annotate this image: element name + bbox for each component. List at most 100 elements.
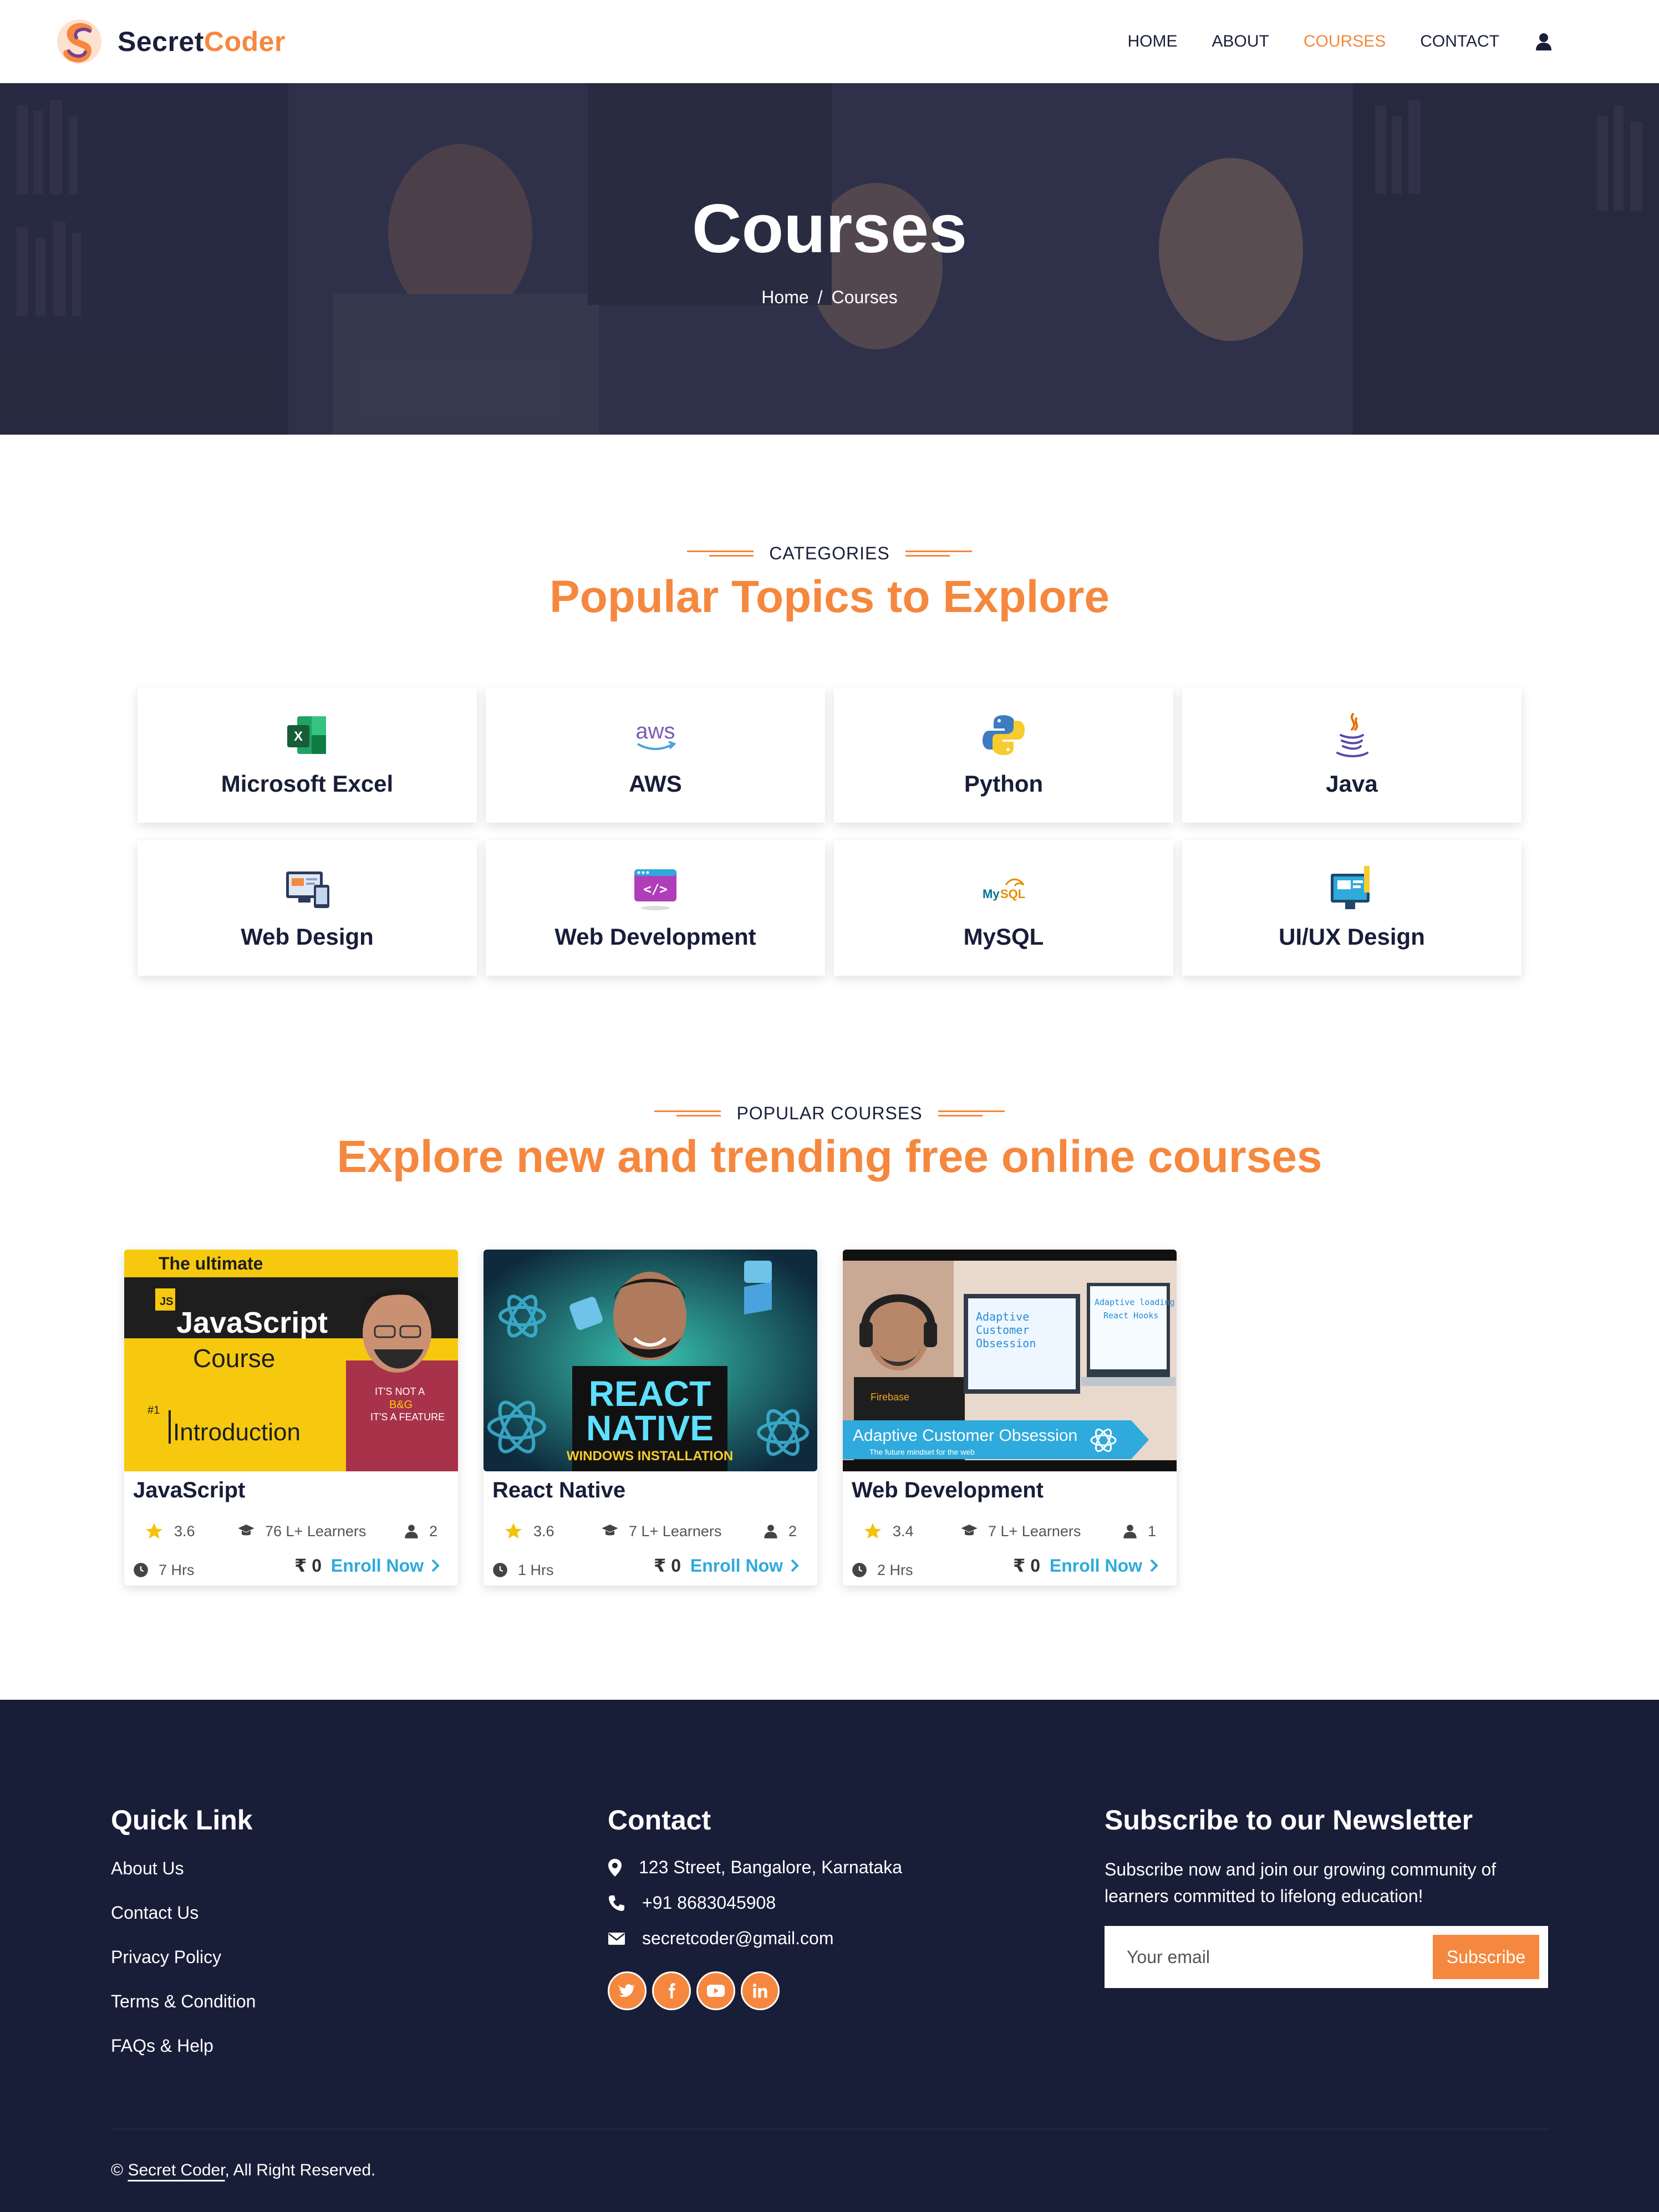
user-icon[interactable] [1534, 32, 1554, 52]
footer-link-privacy[interactable]: Privacy Policy [111, 1947, 221, 1968]
contact-address: 123 Street, Bangalore, Karnataka [608, 1857, 902, 1878]
course-rating: 3.6 [144, 1520, 195, 1542]
web-development-course-thumbnail[interactable]: Firebase Adaptive Customer Obsession Ada… [843, 1250, 1177, 1471]
enroll-now-button[interactable]: Enroll Now [331, 1554, 441, 1577]
course-meta-row: 3.6 76 L+ Learners 2 [124, 1520, 458, 1542]
javascript-course-thumbnail[interactable]: The ultimate JS JavaScript Course #1 Int… [124, 1250, 458, 1471]
breadcrumb: Home / Courses [0, 287, 1659, 308]
svg-text:aws: aws [635, 719, 675, 743]
courses-title: Explore new and trending free online cou… [337, 1132, 1322, 1182]
category-name: UI/UX Design [1279, 924, 1425, 950]
course-rating: 3.6 [503, 1520, 554, 1542]
thumb-shirt3: IT'S A FEATURE [370, 1411, 445, 1423]
thumb-banner: Adaptive Customer Obsession [853, 1426, 1077, 1445]
web-development-icon: </> [634, 869, 676, 910]
course-duration: 2 Hrs [852, 1559, 913, 1581]
course-card-react-native[interactable]: REACT NATIVE WINDOWS INSTALLATION React … [484, 1250, 817, 1586]
newsletter-email-input[interactable] [1127, 1941, 1415, 1973]
thumb-screen1b: Customer [976, 1323, 1029, 1337]
newsletter-heading: Subscribe to our Newsletter [1105, 1805, 1473, 1836]
youtube-icon[interactable] [696, 1971, 735, 2010]
twitter-icon[interactable] [608, 1971, 647, 2010]
subscribe-button[interactable]: Subscribe [1433, 1935, 1539, 1979]
navbar: SecretCoder HOME ABOUT COURSES CONTACT [0, 0, 1659, 83]
course-bottom-row: 2 Hrs ₹ 0 Enroll Now [843, 1554, 1177, 1578]
hero-banner: Courses Home / Courses [0, 83, 1659, 435]
page-title: Courses [691, 191, 968, 267]
copyright-brand-link[interactable]: Secret Coder [128, 2161, 225, 2179]
thumb-js-badge: JS [160, 1296, 173, 1308]
clock-icon [493, 1563, 507, 1577]
course-card-web-development[interactable]: Firebase Adaptive Customer Obsession Ada… [843, 1250, 1177, 1586]
category-name: MySQL [963, 924, 1044, 950]
nav-home[interactable]: HOME [1128, 32, 1178, 51]
user-small-icon [764, 1525, 777, 1538]
star-icon [146, 1523, 162, 1539]
course-card-javascript[interactable]: The ultimate JS JavaScript Course #1 Int… [124, 1250, 458, 1586]
nav-about[interactable]: ABOUT [1212, 32, 1269, 51]
brand-name: SecretCoder [118, 26, 286, 58]
footer-link-terms[interactable]: Terms & Condition [111, 1991, 256, 2012]
brand-logo-link[interactable]: SecretCoder [55, 18, 286, 65]
graduation-cap-icon [602, 1525, 618, 1536]
kicker-lines-right [938, 1108, 1005, 1118]
category-card-web-development[interactable]: </> Web Development [486, 840, 825, 976]
course-instructors: 2 [763, 1520, 797, 1542]
course-title[interactable]: Web Development [852, 1478, 1044, 1503]
chevron-right-icon [791, 1559, 799, 1572]
course-title[interactable]: React Native [492, 1478, 625, 1503]
svg-text:SQL: SQL [1000, 887, 1025, 901]
thumb-line2: Course [193, 1344, 275, 1373]
newsletter-description: Subscribe now and join our growing commu… [1105, 1859, 1497, 1906]
clock-icon [134, 1563, 148, 1577]
footer-link-faqs[interactable]: FAQs & Help [111, 2036, 213, 2056]
thumb-line3: WINDOWS INSTALLATION [567, 1449, 733, 1464]
enroll-now-button[interactable]: Enroll Now [1050, 1554, 1160, 1577]
user-small-icon [405, 1525, 418, 1538]
category-card-python[interactable]: Python [834, 687, 1173, 823]
enroll-now-button[interactable]: Enroll Now [690, 1554, 801, 1577]
course-meta-row: 3.4 7 L+ Learners 1 [843, 1520, 1177, 1542]
react-native-course-thumbnail[interactable]: REACT NATIVE WINDOWS INSTALLATION [484, 1250, 817, 1471]
category-name: AWS [629, 771, 682, 797]
phone-icon [609, 1895, 624, 1911]
excel-icon: X [287, 716, 326, 754]
linkedin-icon[interactable] [741, 1971, 780, 2010]
course-learners: 76 L+ Learners [237, 1520, 366, 1542]
secretcoder-logo-icon [57, 19, 101, 64]
course-learners: 7 L+ Learners [960, 1520, 1081, 1542]
category-card-mysql[interactable]: My SQL MySQL [834, 840, 1173, 976]
category-card-aws[interactable]: aws AWS [486, 687, 825, 823]
star-icon [864, 1523, 881, 1539]
thumb-screen1a: Adaptive [976, 1310, 1029, 1323]
course-instructors: 1 [1122, 1520, 1156, 1542]
brand-name-part2: Coder [203, 26, 286, 57]
user-small-icon [1123, 1525, 1137, 1538]
category-name: Web Development [554, 924, 756, 950]
facebook-icon[interactable] [652, 1971, 691, 2010]
svg-text:X: X [294, 729, 303, 744]
uiux-icon [1331, 866, 1370, 909]
nav-courses[interactable]: COURSES [1304, 32, 1386, 51]
course-price: ₹ 0 [654, 1556, 681, 1576]
thumb-line2: NATIVE [586, 1408, 714, 1448]
map-pin-icon [608, 1858, 622, 1877]
breadcrumb-current: Courses [831, 287, 898, 307]
course-duration: 7 Hrs [133, 1559, 195, 1581]
kicker-lines-right [905, 548, 972, 558]
nav-contact[interactable]: CONTACT [1420, 32, 1499, 51]
kicker-lines-left [687, 548, 754, 558]
brand-name-part1: Secret [118, 26, 204, 57]
thumb-screen2a: Adaptive loading [1095, 1297, 1175, 1307]
category-card-web-design[interactable]: Web Design [138, 840, 477, 976]
contact-email: secretcoder@gmail.com [608, 1928, 833, 1949]
breadcrumb-home[interactable]: Home [761, 287, 808, 307]
course-title[interactable]: JavaScript [133, 1478, 245, 1503]
category-card-uiux[interactable]: UI/UX Design [1182, 840, 1521, 976]
category-card-java[interactable]: Java [1182, 687, 1521, 823]
footer-link-about[interactable]: About Us [111, 1858, 184, 1879]
python-icon [983, 715, 1025, 755]
java-icon [1336, 713, 1368, 757]
footer-link-contact[interactable]: Contact Us [111, 1903, 199, 1923]
category-card-excel[interactable]: X Microsoft Excel [138, 687, 477, 823]
